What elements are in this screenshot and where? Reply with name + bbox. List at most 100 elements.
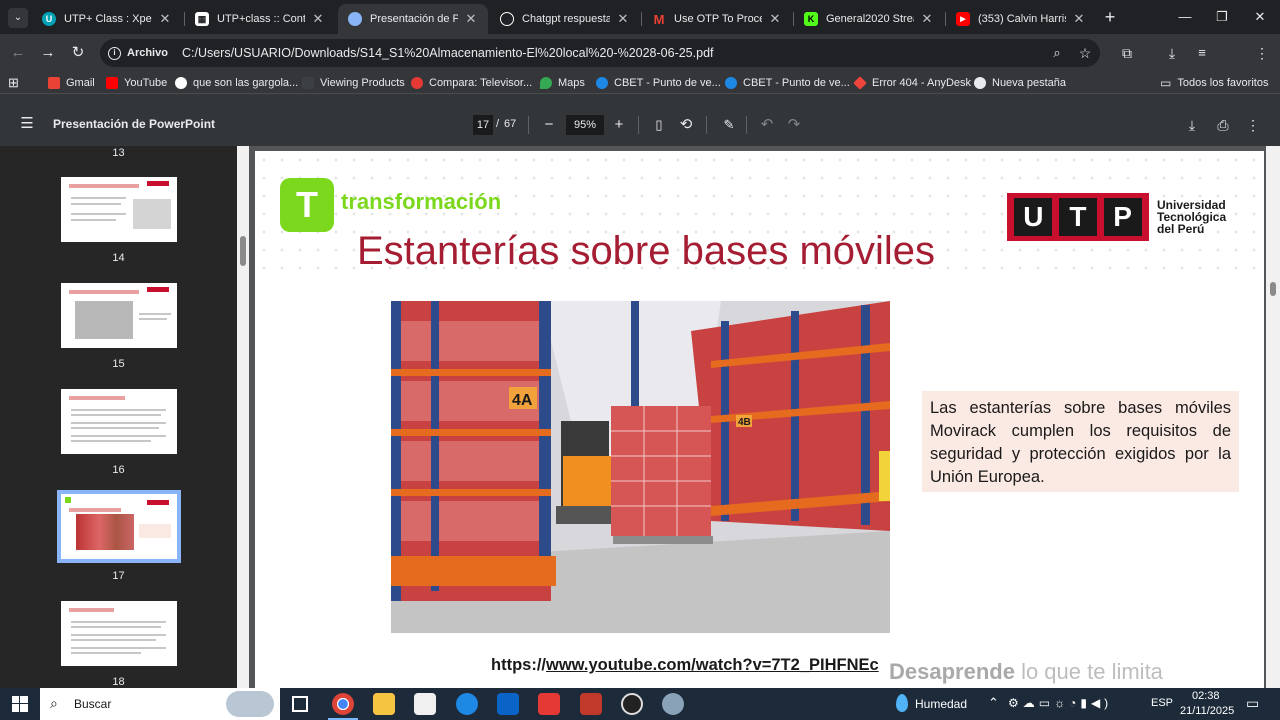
apps-icon[interactable]: ⊞ — [8, 74, 19, 92]
taskbar-search-box[interactable]: ⌕ Buscar — [40, 688, 280, 720]
close-icon[interactable]: ✕ — [158, 11, 172, 27]
extensions-icon[interactable]: ⧉ — [1117, 43, 1137, 63]
fit-page-icon[interactable]: ▯ — [650, 115, 668, 135]
page-thumbnail-18[interactable] — [61, 601, 177, 666]
pdf-viewer: T transformación U T P Universidad Tecno… — [249, 146, 1280, 688]
forward-button[interactable]: → — [38, 43, 58, 63]
bookmark-label: Compara: Televisor... — [429, 77, 533, 89]
notification-icon[interactable]: ▭ — [1246, 695, 1259, 712]
app-feather-icon[interactable] — [662, 693, 684, 715]
search-icon[interactable]: ⌕ — [1047, 43, 1067, 63]
close-icon[interactable]: ✕ — [311, 11, 325, 27]
tray-icons[interactable]: ⚙☁▭☼◔▮◀) — [1008, 696, 1112, 710]
clock-date[interactable]: 21/11/2025 — [1180, 705, 1234, 717]
reload-button[interactable]: ↻ — [68, 43, 88, 63]
viewer-scrollbar[interactable] — [1266, 146, 1280, 688]
link-url[interactable]: www.youtube.com/watch?v=7T2_PIHFNEc — [546, 656, 879, 674]
bookmark-viewing-products[interactable]: Viewing Products — [302, 74, 405, 92]
weather-label[interactable]: Humedad — [915, 697, 967, 711]
chatgpt-icon — [500, 12, 514, 26]
all-bookmarks-button[interactable]: ▭ Todos los favoritos — [1160, 74, 1268, 92]
close-icon[interactable]: ✕ — [464, 11, 478, 27]
close-icon[interactable]: ✕ — [768, 11, 782, 27]
undo-icon[interactable]: ↶ — [758, 115, 776, 135]
outlook-icon[interactable] — [497, 693, 519, 715]
bookmark-anydesk[interactable]: Error 404 - AnyDesk — [853, 74, 971, 92]
sidebar-menu-icon[interactable]: ☰ — [17, 114, 37, 134]
bookmark-label: Gmail — [66, 77, 95, 89]
media-control-icon[interactable]: ≡ — [1192, 43, 1212, 63]
bookmark-gmail[interactable]: Gmail — [48, 74, 95, 92]
tab-utp-class[interactable]: U UTP+ Class : Xpeditio ✕ — [32, 4, 182, 34]
page-thumbnail-14[interactable] — [61, 177, 177, 242]
language-indicator[interactable]: ESP — [1151, 697, 1173, 709]
star-icon[interactable]: ☆ — [1075, 43, 1095, 63]
task-view-icon[interactable] — [292, 696, 308, 712]
wps-icon[interactable] — [538, 693, 560, 715]
sidebar-scrollbar-thumb[interactable] — [240, 236, 246, 266]
redo-icon[interactable]: ↷ — [785, 115, 803, 135]
windows-start-icon[interactable] — [12, 696, 28, 712]
bookmark-youtube[interactable]: YouTube — [106, 74, 167, 92]
page-number-label: 15 — [112, 358, 125, 370]
bookmark-cbet-1[interactable]: CBET - Punto de ve... — [596, 74, 721, 92]
url-text[interactable]: C:/Users/USUARIO/Downloads/S14_S1%20Alma… — [182, 46, 714, 60]
tab-chatgpt[interactable]: Chatgpt respuesta a ✕ — [490, 4, 640, 34]
download-icon[interactable]: ⤓ — [1183, 115, 1201, 135]
address-bar[interactable]: i Archivo C:/Users/USUARIO/Downloads/S14… — [100, 39, 1100, 67]
back-button[interactable]: ← — [8, 43, 28, 63]
tab-strip: ⌄ U UTP+ Class : Xpeditio ✕ ▦ UTP+class … — [0, 0, 1280, 34]
page-number-label: 16 — [112, 464, 125, 476]
download-icon[interactable]: ⤓ — [1162, 43, 1182, 63]
tab-stream[interactable]: K General2020 Stream ✕ — [794, 4, 944, 34]
bookmark-cbet-2[interactable]: CBET - Punto de ve... — [725, 74, 850, 92]
page-number-input[interactable]: 17 — [473, 115, 493, 135]
clock-time[interactable]: 02:38 — [1192, 690, 1220, 702]
chrome-icon[interactable] — [332, 693, 354, 715]
rotate-icon[interactable]: ⟲ — [677, 115, 695, 135]
tab-utp-contenido[interactable]: ▦ UTP+class :: Conteni ✕ — [185, 4, 335, 34]
store-icon[interactable] — [414, 693, 436, 715]
close-window-button[interactable]: ✕ — [1245, 6, 1275, 28]
file-explorer-icon[interactable] — [373, 693, 395, 715]
close-icon[interactable]: ✕ — [1072, 11, 1086, 27]
tab-presentacion[interactable]: Presentación de Pow ✕ — [338, 4, 488, 34]
viewer-scrollbar-thumb[interactable] — [1270, 282, 1276, 296]
gmail-icon — [48, 77, 60, 89]
utp-letter: T — [1058, 198, 1097, 236]
bookmark-maps[interactable]: Maps — [540, 74, 585, 92]
obs-icon[interactable] — [621, 693, 643, 715]
bookmark-label: Nueva pestaña — [992, 77, 1066, 89]
tab-search-button[interactable]: ⌄ — [8, 8, 28, 28]
zoom-level-input[interactable]: 95% — [566, 115, 604, 135]
site-info-chip[interactable]: i Archivo — [108, 46, 168, 60]
print-icon[interactable]: ⎙ — [1213, 115, 1233, 135]
edge-icon[interactable] — [456, 693, 478, 715]
tab-youtube[interactable]: ▶ (353) Calvin Harris - ✕ — [946, 4, 1096, 34]
annotate-pen-icon[interactable]: ✎ — [720, 115, 738, 135]
zoom-out-button[interactable]: − — [540, 115, 558, 135]
maps-pin-icon — [540, 77, 552, 89]
page-thumbnail-17-selected[interactable] — [57, 490, 181, 563]
tab-otp[interactable]: M Use OTP To Proceed ✕ — [642, 4, 792, 34]
photo-label-4b: 4B — [738, 417, 751, 428]
menu-kebab-icon[interactable]: ⋮ — [1252, 43, 1272, 63]
sidebar-scrollbar[interactable] — [237, 146, 249, 688]
close-icon[interactable]: ✕ — [920, 11, 934, 27]
youtube-link[interactable]: https://www.youtube.com/watch?v=7T2_PIHF… — [491, 656, 879, 675]
page-thumbnail-16[interactable] — [61, 389, 177, 454]
bookmark-compara[interactable]: Compara: Televisor... — [411, 74, 532, 92]
app-red-icon[interactable] — [580, 693, 602, 715]
bookmark-google[interactable]: que son las gargola... — [175, 74, 298, 92]
page-number-label: 14 — [112, 252, 125, 264]
zoom-in-button[interactable]: + — [610, 115, 628, 135]
minimize-button[interactable]: — — [1170, 6, 1200, 28]
close-icon[interactable]: ✕ — [616, 11, 630, 27]
more-options-icon[interactable]: ⋮ — [1244, 115, 1262, 135]
tray-chevron-icon[interactable]: ⌃ — [988, 695, 999, 711]
utp-logo: U T P — [1007, 193, 1149, 241]
maximize-button[interactable]: ❐ — [1207, 6, 1237, 28]
bookmark-nueva-pestana[interactable]: Nueva pestaña — [974, 74, 1066, 92]
new-tab-button[interactable]: + — [1100, 6, 1120, 28]
page-thumbnail-15[interactable] — [61, 283, 177, 348]
